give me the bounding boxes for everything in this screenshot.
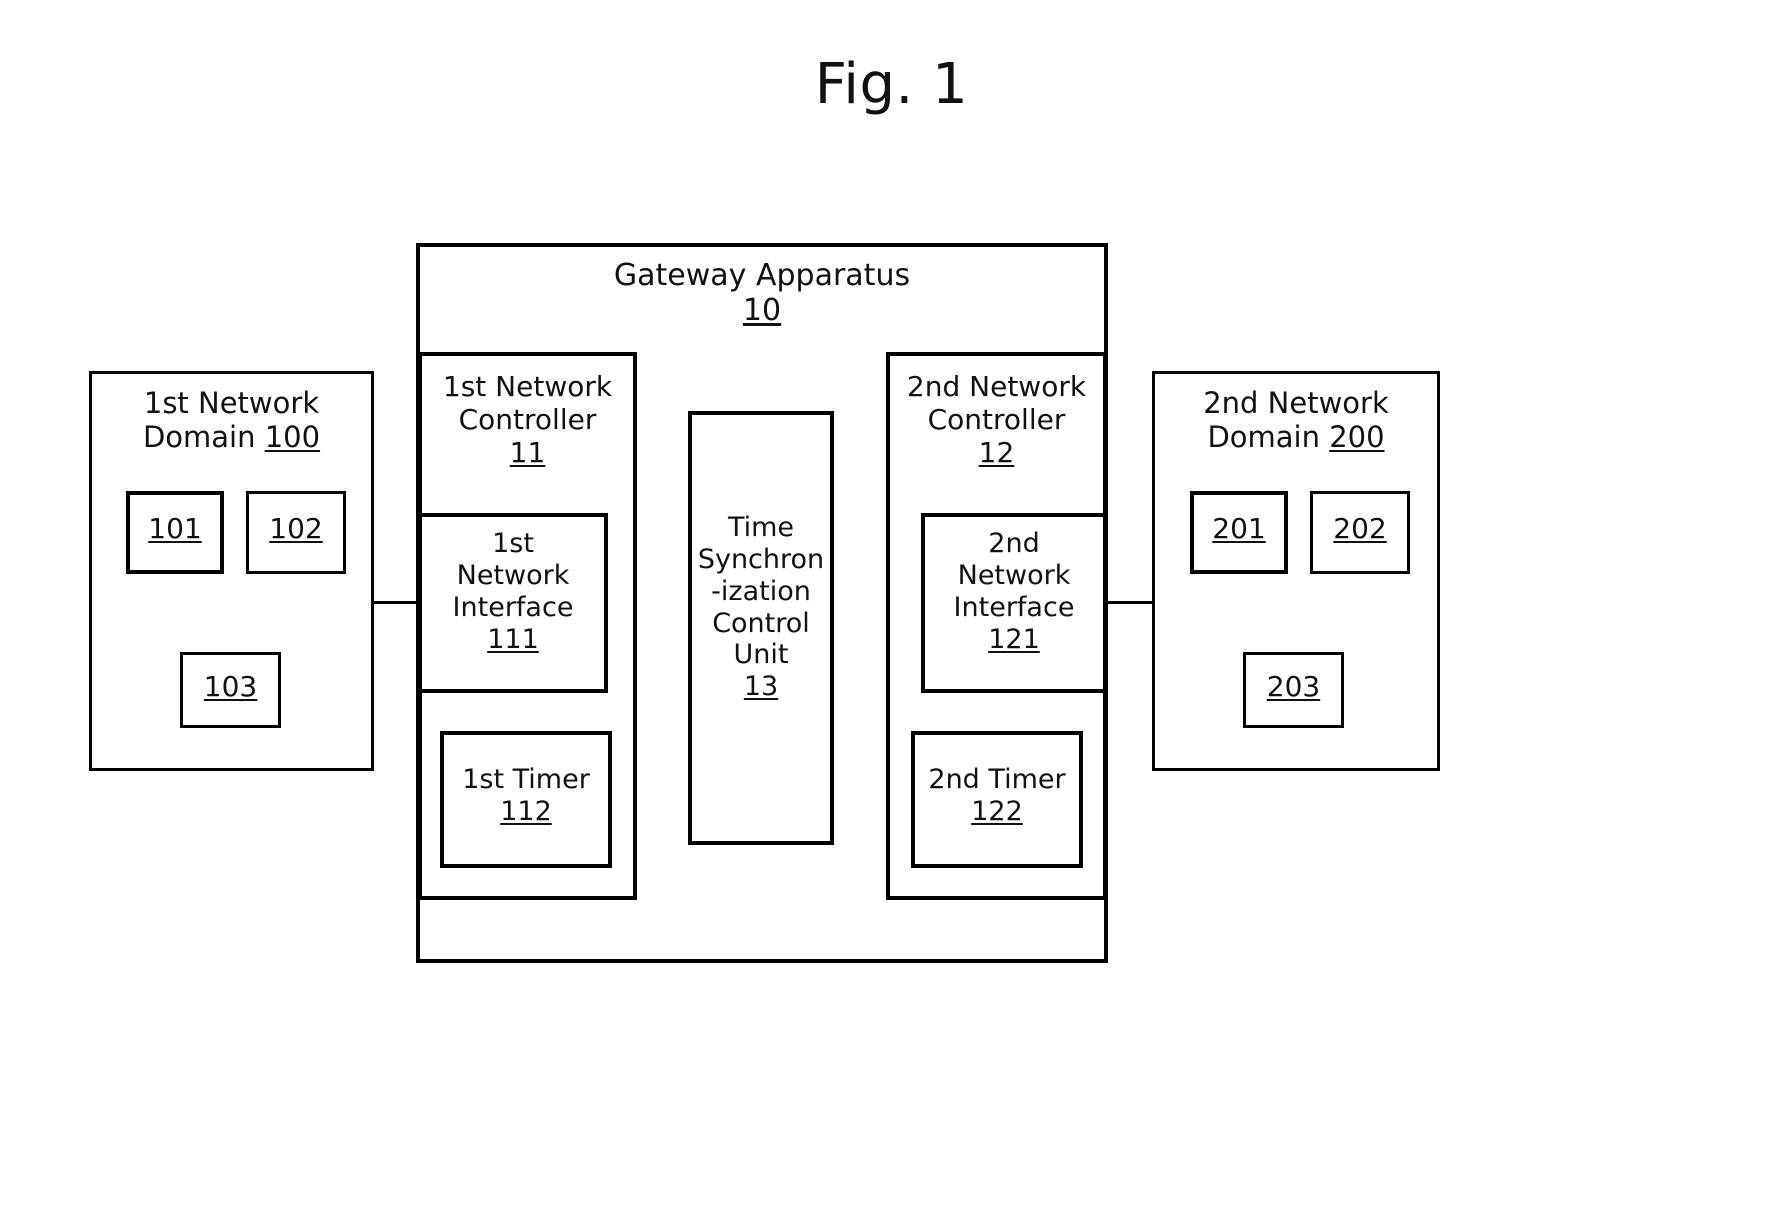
node-103-label: 103: [182, 670, 279, 703]
controller2-ref: 12: [978, 436, 1015, 470]
node-202-ref: 202: [1333, 512, 1387, 545]
controller2-name-line1: 2nd Network: [906, 370, 1087, 403]
node-102-ref: 102: [269, 512, 323, 545]
node-202-label: 202: [1312, 512, 1408, 545]
interface2-name-line1: 2nd: [988, 528, 1040, 559]
timer2-name: 2nd Timer: [928, 764, 1066, 795]
domain1-name-line1: 1st Network: [143, 386, 320, 420]
figure-title: Fig. 1: [814, 52, 969, 117]
timesync-name-line3: -ization: [711, 575, 811, 607]
interface1-name-line1: 1st: [492, 528, 534, 559]
timesync-ref: 13: [743, 671, 779, 703]
interface1-name-line3: Interface: [452, 591, 574, 623]
interface1-ref: 111: [487, 623, 539, 655]
node-101-label: 101: [128, 512, 222, 545]
timer1-name: 1st Timer: [462, 764, 590, 795]
first-network-interface-label: 1st Network Interface 111: [420, 528, 606, 655]
controller1-name-line2: Controller: [458, 403, 597, 437]
second-network-controller-label: 2nd Network Controller 12: [888, 370, 1105, 469]
timesync-name-line5: Unit: [733, 639, 789, 671]
first-timer-label: 1st Timer 112: [442, 764, 610, 828]
second-network-interface-label: 2nd Network Interface 121: [923, 528, 1105, 655]
gateway-apparatus-label: Gateway Apparatus 10: [420, 258, 1104, 329]
second-network-domain-label: 2nd Network Domain 200: [1155, 386, 1437, 454]
domain1-name-line2: Domain: [142, 420, 256, 455]
node-201-ref: 201: [1212, 512, 1266, 545]
figure-canvas: Fig. 1 1st Network Domain 100 101 102 10…: [0, 0, 1783, 1223]
interface1-name-line2: Network: [456, 559, 570, 591]
timesync-name-line4: Control: [712, 607, 810, 639]
node-203-ref: 203: [1266, 670, 1321, 703]
node-101-ref: 101: [148, 512, 202, 545]
node-103-ref: 103: [203, 670, 258, 703]
interface2-name-line3: Interface: [953, 591, 1075, 623]
controller1-ref: 11: [509, 436, 546, 470]
domain2-ref: 200: [1329, 420, 1385, 455]
domain2-name-line1: 2nd Network: [1203, 386, 1389, 420]
time-synchronization-control-unit-label: Time Synchron -ization Control Unit 13: [690, 512, 832, 703]
domain1-ref: 100: [264, 420, 321, 455]
node-102-label: 102: [248, 512, 344, 545]
interface2-name-line2: Network: [957, 559, 1071, 591]
domain2-name-line2: Domain: [1207, 420, 1320, 455]
controller2-name-line2: Controller: [927, 403, 1066, 437]
controller1-name-line1: 1st Network: [442, 370, 613, 403]
first-network-domain-label: 1st Network Domain 100: [92, 386, 371, 454]
timer1-ref: 112: [500, 795, 552, 827]
timesync-name-line2: Synchron: [697, 543, 825, 575]
node-203-label: 203: [1245, 670, 1342, 703]
gateway-ref: 10: [742, 293, 782, 329]
first-network-controller-label: 1st Network Controller 11: [420, 370, 635, 469]
timer2-ref: 122: [971, 795, 1023, 827]
node-201-label: 201: [1192, 512, 1286, 545]
timesync-name-line1: Time: [727, 512, 795, 543]
interface2-ref: 121: [988, 623, 1040, 655]
gateway-name: Gateway Apparatus: [613, 258, 911, 293]
second-timer-label: 2nd Timer 122: [913, 764, 1081, 828]
